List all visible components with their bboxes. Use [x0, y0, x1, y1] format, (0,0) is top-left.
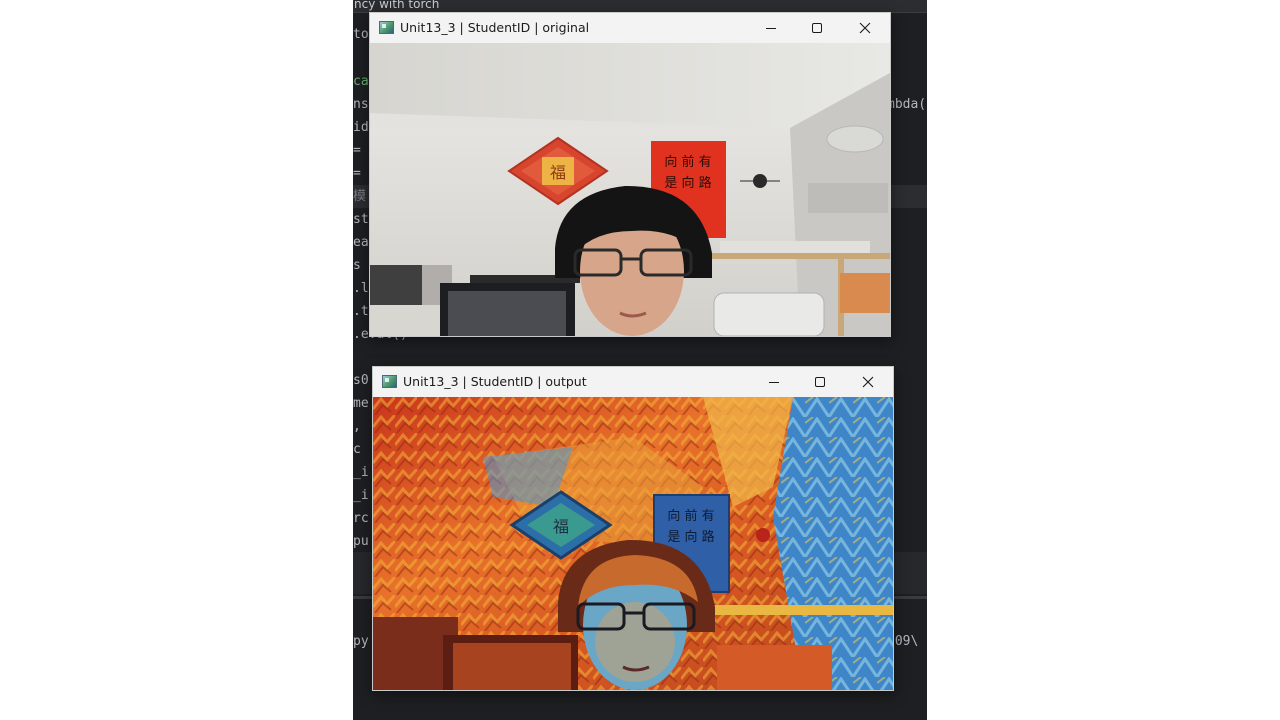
svg-text:福: 福 — [553, 517, 569, 536]
camera-frame-output: 福 向 前 有 是 向 路 — [373, 397, 893, 690]
svg-text:是 向 路: 是 向 路 — [667, 529, 714, 545]
close-icon — [859, 22, 871, 34]
minimize-button[interactable] — [748, 13, 794, 43]
code-line: _i — [353, 488, 369, 503]
code-line: rc — [353, 511, 369, 526]
code-line: ns — [353, 97, 369, 112]
maximize-icon — [812, 23, 822, 33]
maximize-icon — [815, 377, 825, 387]
code-line: id — [353, 120, 369, 135]
window-title: Unit13_3 | StudentID | output — [403, 374, 587, 389]
app-icon — [382, 375, 397, 388]
original-window[interactable]: Unit13_3 | StudentID | original 福 向 前 有 … — [369, 12, 891, 337]
ide-tab-title: ncy with torch — [354, 0, 440, 11]
code-line: , — [353, 419, 361, 434]
code-line: _i — [353, 465, 369, 480]
code-line: 模 — [353, 189, 367, 204]
code-line: py — [353, 634, 369, 649]
svg-text:向 前 有: 向 前 有 — [667, 508, 714, 524]
code-line: st — [353, 212, 369, 227]
close-button[interactable] — [842, 13, 888, 43]
code-line: s0 — [353, 373, 369, 388]
code-line: = — [353, 166, 361, 181]
minimize-button[interactable] — [751, 367, 797, 397]
minimize-icon — [769, 382, 779, 383]
code-line: .l — [353, 281, 369, 296]
stylized-image: 福 向 前 有 是 向 路 — [373, 397, 893, 690]
maximize-button[interactable] — [797, 367, 843, 397]
window-titlebar[interactable]: Unit13_3 | StudentID | original — [370, 13, 890, 43]
svg-text:向 前 有: 向 前 有 — [664, 154, 711, 170]
code-line: ea — [353, 235, 369, 250]
webcam-image: 福 向 前 有 是 向 路 — [370, 43, 890, 336]
code-fragment: mbda( — [887, 97, 927, 112]
close-button[interactable] — [845, 367, 891, 397]
maximize-button[interactable] — [794, 13, 840, 43]
code-line: pu — [353, 534, 369, 549]
code-line: to — [353, 27, 369, 42]
code-line: c — [353, 442, 361, 457]
camera-frame-original: 福 向 前 有 是 向 路 — [370, 43, 890, 336]
close-icon — [862, 376, 874, 388]
code-line: = — [353, 143, 361, 158]
app-icon — [379, 21, 394, 34]
code-line: me — [353, 396, 369, 411]
code-line: .t — [353, 304, 369, 319]
output-window[interactable]: Unit13_3 | StudentID | output 福 向 前 有 是 … — [372, 366, 894, 691]
svg-text:是 向 路: 是 向 路 — [664, 175, 711, 191]
svg-text:福: 福 — [550, 163, 566, 182]
code-line: ca — [353, 74, 369, 89]
window-title: Unit13_3 | StudentID | original — [400, 20, 590, 35]
code-line: s — [353, 258, 361, 273]
minimize-icon — [766, 28, 776, 29]
window-titlebar[interactable]: Unit13_3 | StudentID | output — [373, 367, 893, 397]
